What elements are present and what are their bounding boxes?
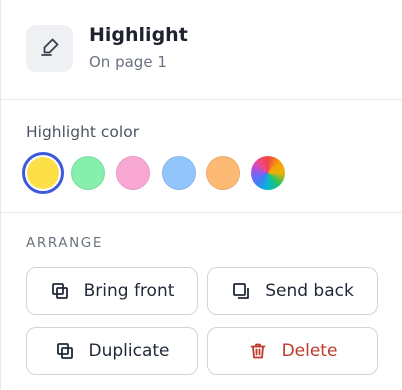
duplicate-icon bbox=[55, 341, 75, 361]
swatch-rainbow[interactable] bbox=[251, 156, 285, 190]
swatch-green[interactable] bbox=[71, 156, 105, 190]
swatch-orange[interactable] bbox=[206, 156, 240, 190]
panel-title: Highlight bbox=[89, 24, 188, 46]
highlight-color-label: Highlight color bbox=[26, 123, 140, 141]
bring-front-label: Bring front bbox=[83, 281, 175, 301]
page-indicator: On page 1 bbox=[89, 53, 167, 71]
color-divider bbox=[0, 212, 402, 213]
arrange-label: ARRANGE bbox=[26, 235, 103, 251]
header-icon-tile bbox=[26, 25, 73, 72]
highlighter-icon bbox=[38, 35, 62, 63]
send-back-icon bbox=[231, 281, 251, 301]
trash-icon bbox=[248, 341, 268, 361]
bring-front-icon bbox=[50, 281, 70, 301]
delete-button[interactable]: Delete bbox=[207, 327, 378, 375]
swatch-blue[interactable] bbox=[162, 156, 196, 190]
send-back-label: Send back bbox=[265, 281, 354, 301]
send-back-button[interactable]: Send back bbox=[207, 267, 378, 315]
swatch-yellow[interactable] bbox=[22, 152, 64, 194]
header-divider bbox=[0, 99, 402, 100]
duplicate-button[interactable]: Duplicate bbox=[26, 327, 198, 375]
bring-front-button[interactable]: Bring front bbox=[26, 267, 198, 315]
swatch-pink[interactable] bbox=[116, 156, 150, 190]
delete-label: Delete bbox=[281, 341, 338, 361]
duplicate-label: Duplicate bbox=[88, 341, 170, 361]
panel-header: Highlight On page 1 bbox=[0, 0, 402, 99]
